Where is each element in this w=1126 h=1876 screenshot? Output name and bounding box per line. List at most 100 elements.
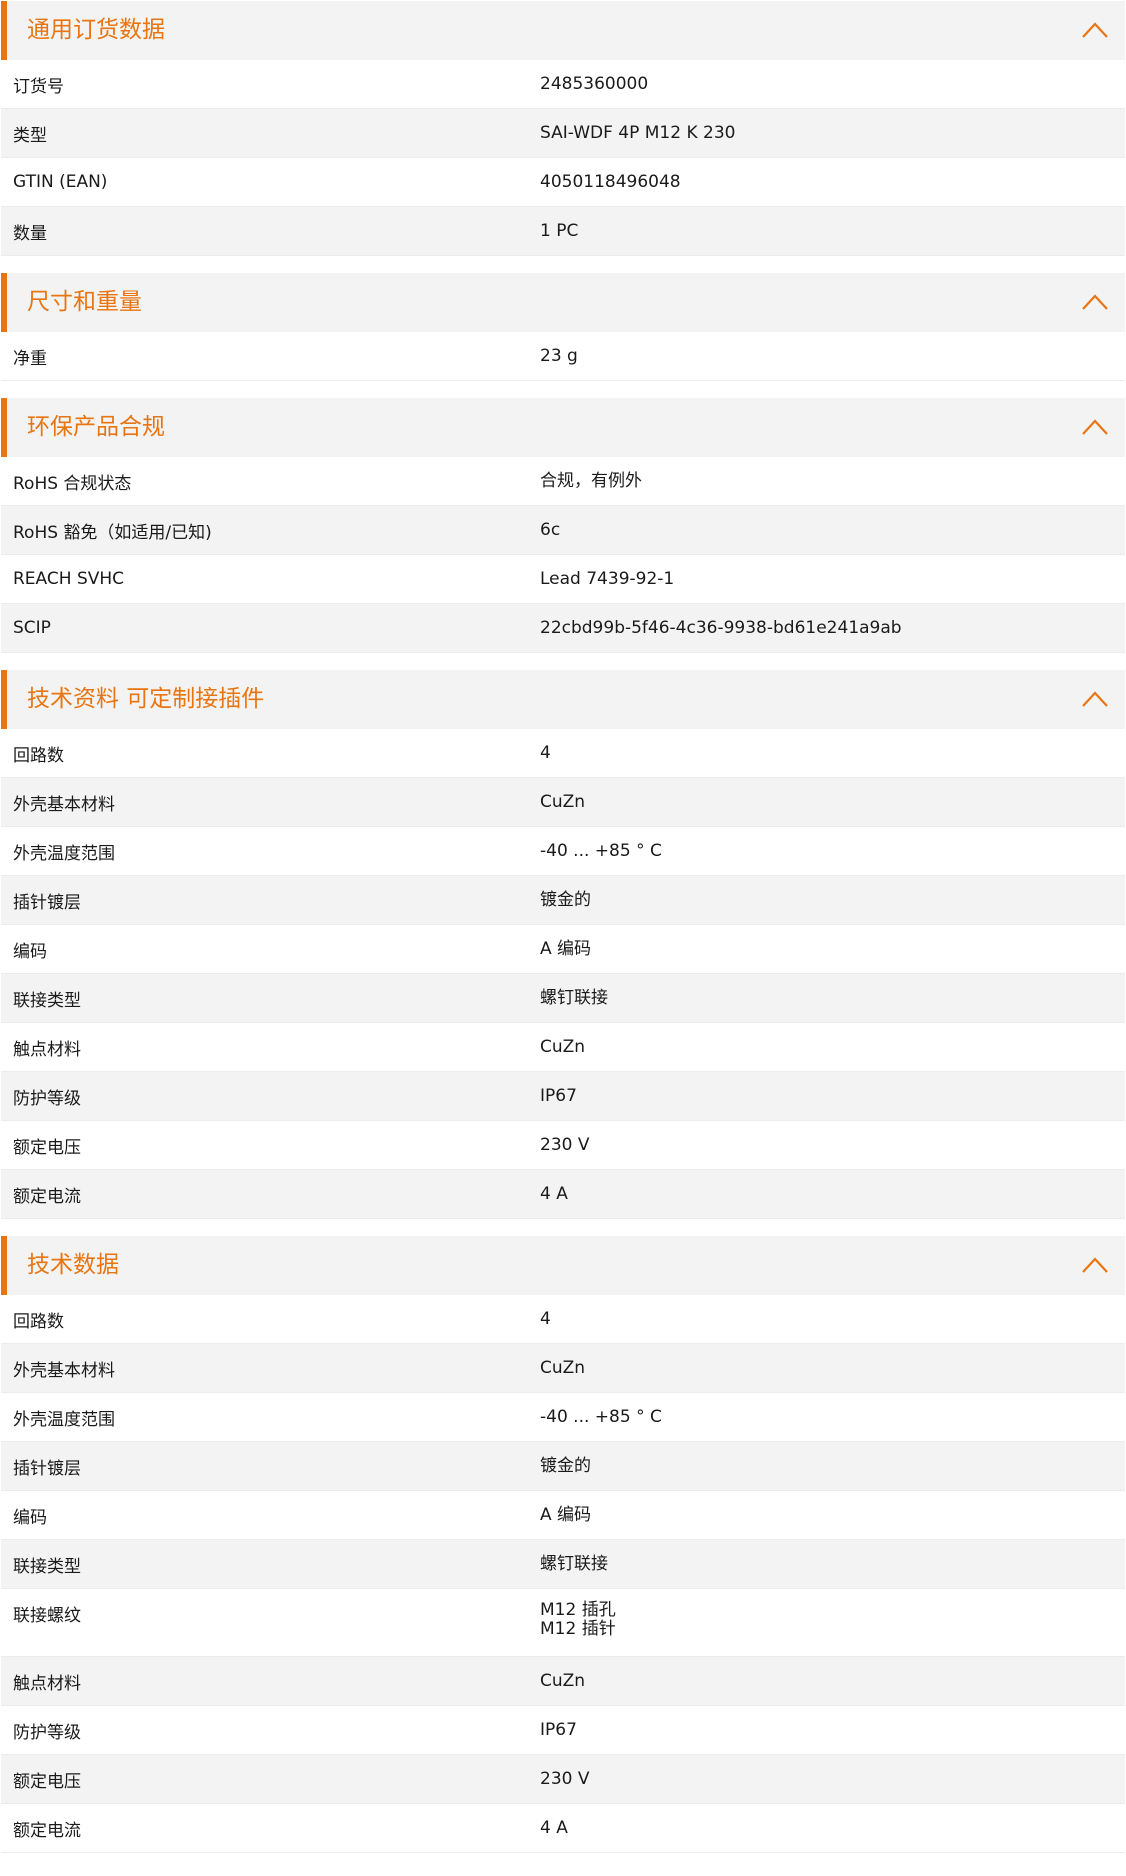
row-label: 插针镀层 xyxy=(13,1458,81,1479)
row-label: 防护等级 xyxy=(13,1088,81,1109)
row-value: SAI-WDF 4P M12 K 230 xyxy=(540,122,736,143)
section: 环保产品合规 RoHS 合规状态 合规，有例外 RoHS 豁免（如适用/已知) 6c RE… xyxy=(1,398,1125,653)
row-value: 螺钉联接 xyxy=(540,1553,608,1574)
row-label: SCIP xyxy=(13,618,51,638)
row-value: 镀金的 xyxy=(540,889,591,910)
row-value: CuZn xyxy=(540,1036,586,1057)
table-row: 编码 A 编码 xyxy=(1,1491,1125,1540)
row-label: 外壳温度范围 xyxy=(13,1409,115,1430)
chevron-up-icon[interactable] xyxy=(1081,19,1109,41)
table-row: REACH SVHC Lead 7439-92-1 xyxy=(1,555,1125,604)
row-label: 回路数 xyxy=(13,745,64,766)
table-row: 防护等级 IP67 xyxy=(1,1706,1125,1755)
table-row: RoHS 豁免（如适用/已知) 6c xyxy=(1,506,1125,555)
table-row: 插针镀层 镀金的 xyxy=(1,876,1125,925)
table-row: 回路数 4 xyxy=(1,729,1125,778)
table-row: 类型 SAI-WDF 4P M12 K 230 xyxy=(1,109,1125,158)
row-label: 防护等级 xyxy=(13,1722,81,1743)
row-label: 联接类型 xyxy=(13,1556,81,1577)
row-label: 额定电流 xyxy=(13,1186,81,1207)
row-value: IP67 xyxy=(540,1719,577,1740)
row-label: GTIN (EAN) xyxy=(13,172,108,192)
section-title: 环保产品合规 xyxy=(27,414,165,440)
table-row: 防护等级 IP67 xyxy=(1,1072,1125,1121)
table-row: 外壳基本材料 CuZn xyxy=(1,1344,1125,1393)
table-row: SCIP 22cbd99b-5f46-4c36-9938-bd61e241a9ab xyxy=(1,604,1125,653)
row-value: 4 A xyxy=(540,1817,568,1838)
row-label: 触点材料 xyxy=(13,1039,81,1060)
table-row: RoHS 合规状态 合规，有例外 xyxy=(1,457,1125,506)
row-value: 6c xyxy=(540,519,561,540)
row-label: RoHS 合规状态 xyxy=(13,473,132,494)
row-value: 4 xyxy=(540,1308,551,1329)
row-value: 合规，有例外 xyxy=(540,470,642,491)
section-title: 尺寸和重量 xyxy=(27,289,142,315)
row-label: 回路数 xyxy=(13,1311,64,1332)
row-value: Lead 7439-92-1 xyxy=(540,568,675,589)
row-value: 螺钉联接 xyxy=(540,987,608,1008)
section: 技术资料 可定制接插件 回路数 4 外壳基本材料 CuZn 外壳温度范围 -40 ... +… xyxy=(1,670,1125,1219)
table-row: 触点材料 CuZn xyxy=(1,1657,1125,1706)
row-label: 额定电压 xyxy=(13,1137,81,1158)
section-header[interactable]: 通用订货数据 xyxy=(1,1,1125,60)
table-row: 外壳温度范围 -40 ... +85 ° C xyxy=(1,1393,1125,1442)
row-label: 净重 xyxy=(13,348,47,369)
table-row: 插针镀层 镀金的 xyxy=(1,1442,1125,1491)
row-label: 类型 xyxy=(13,125,47,146)
table-row: 触点材料 CuZn xyxy=(1,1023,1125,1072)
section-header[interactable]: 尺寸和重量 xyxy=(1,273,1125,332)
row-value: CuZn xyxy=(540,1670,586,1691)
row-value: 2485360000 xyxy=(540,73,649,94)
table-row: 外壳基本材料 CuZn xyxy=(1,778,1125,827)
chevron-up-icon[interactable] xyxy=(1081,291,1109,313)
row-value: -40 ... +85 ° C xyxy=(540,840,662,861)
chevron-up-icon[interactable] xyxy=(1081,416,1109,438)
row-value: 23 g xyxy=(540,345,578,366)
row-value: 230 V xyxy=(540,1768,590,1789)
row-value: 22cbd99b-5f46-4c36-9938-bd61e241a9ab xyxy=(540,617,902,638)
table-row: 联接螺纹 M12 插孔 M12 插针 xyxy=(1,1589,1125,1657)
row-value: A 编码 xyxy=(540,938,592,959)
table-row: GTIN (EAN) 4050118496048 xyxy=(1,158,1125,207)
row-label: 插针镀层 xyxy=(13,892,81,913)
section: 尺寸和重量净重 23 g xyxy=(1,273,1125,381)
row-value: -40 ... +85 ° C xyxy=(540,1406,662,1427)
table-row: 回路数 4 xyxy=(1,1295,1125,1344)
row-label: 外壳基本材料 xyxy=(13,1360,115,1381)
table-row: 额定电压 230 V xyxy=(1,1755,1125,1804)
table-row: 外壳温度范围 -40 ... +85 ° C xyxy=(1,827,1125,876)
chevron-up-icon[interactable] xyxy=(1081,688,1109,710)
row-label: RoHS 豁免（如适用/已知) xyxy=(13,522,212,543)
section: 通用订货数据订货号 2485360000 类型 SAI-WDF 4P M12 K 23… xyxy=(1,1,1125,256)
row-value: CuZn xyxy=(540,1357,586,1378)
row-label: 触点材料 xyxy=(13,1673,81,1694)
row-label: 数量 xyxy=(13,223,47,244)
row-label: 联接类型 xyxy=(13,990,81,1011)
table-row: 额定电流 4 A xyxy=(1,1170,1125,1219)
section-title: 通用订货数据 xyxy=(27,17,165,43)
chevron-up-icon[interactable] xyxy=(1081,1254,1109,1276)
section: 技术数据回路数 4 外壳基本材料 CuZn 外壳温度范围 -40 ... +85 ° C 插… xyxy=(1,1236,1125,1853)
table-row: 订货号 2485360000 xyxy=(1,60,1125,109)
row-label: 编码 xyxy=(13,941,47,962)
table-row: 编码 A 编码 xyxy=(1,925,1125,974)
row-label: REACH SVHC xyxy=(13,569,125,589)
section-header[interactable]: 技术数据 xyxy=(1,1236,1125,1295)
row-label: 联接螺纹 xyxy=(13,1606,81,1626)
row-label: 额定电压 xyxy=(13,1771,81,1792)
table-row: 联接类型 螺钉联接 xyxy=(1,1540,1125,1589)
table-row: 额定电流 4 A xyxy=(1,1804,1125,1853)
table-row: 额定电压 230 V xyxy=(1,1121,1125,1170)
section-header[interactable]: 环保产品合规 xyxy=(1,398,1125,457)
row-value: 4050118496048 xyxy=(540,171,681,192)
row-value: 1 PC xyxy=(540,220,579,241)
row-value: M12 插孔 M12 插针 xyxy=(540,1600,616,1639)
section-header[interactable]: 技术资料 可定制接插件 xyxy=(1,670,1125,729)
table-row: 联接类型 螺钉联接 xyxy=(1,974,1125,1023)
row-value: IP67 xyxy=(540,1085,577,1106)
table-row: 净重 23 g xyxy=(1,332,1125,381)
row-label: 外壳温度范围 xyxy=(13,843,115,864)
row-value: CuZn xyxy=(540,791,586,812)
section-title: 技术数据 xyxy=(27,1252,119,1278)
row-value: 4 A xyxy=(540,1183,568,1204)
